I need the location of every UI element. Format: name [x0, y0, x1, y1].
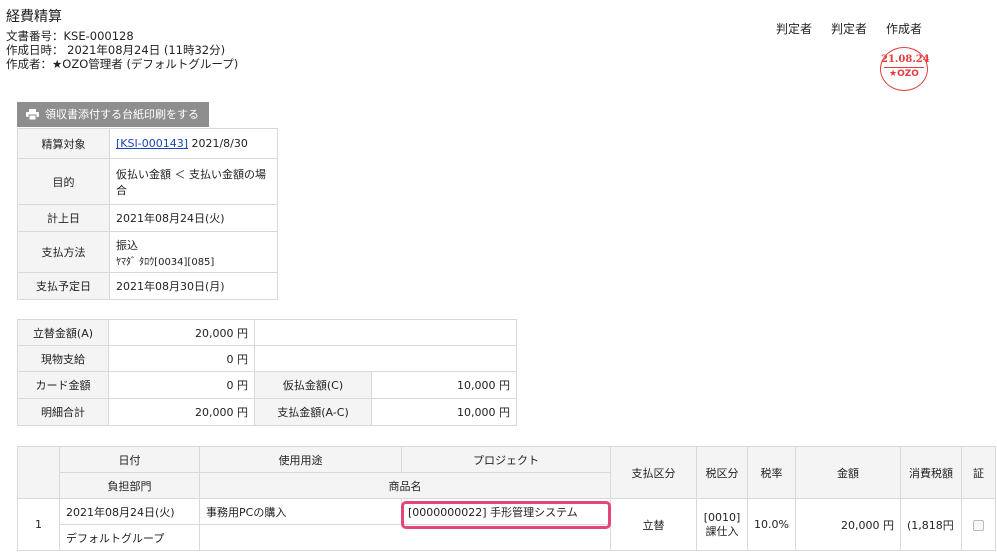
- row-project: [0000000022] 手形管理システム: [401, 498, 611, 525]
- payment-value: 10,000 円: [371, 398, 517, 426]
- header-amount: 金額: [794, 446, 901, 499]
- detail-total-value: 20,000 円: [108, 398, 255, 426]
- target-date: 2021/8/30: [191, 137, 248, 150]
- page-title: 経費精算: [6, 9, 62, 25]
- row-tax-type-name: 課仕入: [705, 524, 739, 538]
- stamp-divider: [884, 67, 924, 68]
- header-project: プロジェクト: [401, 446, 611, 473]
- prepaid-value: 10,000 円: [371, 371, 517, 399]
- method-label: 支払方法: [17, 231, 110, 273]
- prepaid-label: 仮払金額(C): [254, 371, 372, 399]
- header-row-number: [17, 446, 60, 499]
- header-usage: 使用用途: [199, 446, 402, 473]
- header-product: 商品名: [199, 472, 611, 499]
- detail-total-label: 明細合計: [17, 398, 109, 426]
- posting-value: 2021年08月24日(火): [109, 204, 278, 232]
- row-receipt: [960, 498, 997, 551]
- expense-info-table: 精算対象 [KSI-000143] 2021/8/30 目的 仮払い金額 ＜ 支…: [17, 128, 278, 300]
- target-link[interactable]: [KSI-000143]: [116, 137, 188, 150]
- header-tax-type: 税区分: [696, 446, 748, 499]
- print-button-label: 領収書添付する台紙印刷をする: [45, 108, 199, 121]
- expense-detail-table: 日付 使用用途 プロジェクト 支払区分 税区分 税率 金額 消費税額 証 負担部…: [17, 446, 997, 551]
- header-dept: 負担部門: [59, 472, 200, 499]
- row-number: 1: [17, 498, 60, 551]
- card-value: 0 円: [108, 371, 255, 399]
- target-value: [KSI-000143] 2021/8/30: [109, 128, 278, 159]
- approver-judge-2: 判定者: [831, 22, 868, 36]
- creator: 作成者：★OZO管理者 (デフォルトグループ): [6, 57, 239, 71]
- stamp-date: 21.08.24: [881, 54, 930, 65]
- row-date: 2021年08月24日(火): [59, 498, 200, 525]
- header-date: 日付: [59, 446, 200, 473]
- row-amount: 20,000 円: [794, 498, 901, 551]
- method-main: 振込: [116, 238, 138, 252]
- print-receipt-sheet-button[interactable]: 領収書添付する台紙印刷をする: [17, 102, 209, 127]
- header-tax-rate: 税率: [747, 446, 796, 499]
- due-value: 2021年08月30日(月): [109, 272, 278, 300]
- purpose-label: 目的: [17, 158, 110, 205]
- row-dept: デフォルトグループ: [59, 524, 200, 551]
- row-tax-type: [0010] 課仕入: [696, 498, 748, 551]
- cash-label: 現物支給: [17, 345, 109, 372]
- row-usage: 事務用PCの購入: [199, 498, 402, 525]
- row-product: [199, 524, 611, 551]
- advance-value: 20,000 円: [108, 319, 255, 346]
- row-tax-type-code: [0010]: [703, 510, 741, 524]
- doc-number: 文書番号：KSE-000128: [6, 29, 134, 43]
- empty-cell: [254, 319, 517, 346]
- table-row[interactable]: 1 2021年08月24日(火) 事務用PCの購入 [0000000022] 手…: [17, 498, 997, 551]
- payment-label: 支払金額(A-C): [254, 398, 372, 426]
- target-label: 精算対象: [17, 128, 110, 159]
- cash-value: 0 円: [108, 345, 255, 372]
- stamp-name: ★OZO: [889, 69, 919, 79]
- method-value: 振込 ﾔﾏﾀﾞ ﾀﾛｳ[0034][085]: [109, 231, 278, 273]
- created-at: 作成日時： 2021年08月24日 (11時32分): [6, 43, 226, 57]
- purpose-value: 仮払い金額 ＜ 支払い金額の場合: [109, 158, 278, 205]
- row-tax-rate: 10.0%: [747, 498, 796, 551]
- header-tax: 消費税額: [899, 446, 962, 499]
- approver-judge-1: 判定者: [776, 22, 813, 36]
- amount-table: 立替金額(A) 20,000 円 現物支給 0 円 カード金額 0 円 仮払金額…: [17, 319, 517, 426]
- due-label: 支払予定日: [17, 272, 110, 300]
- approval-stamp: 21.08.24 ★OZO: [880, 47, 930, 91]
- printer-icon: [26, 109, 39, 120]
- row-pay-type: 立替: [610, 498, 697, 551]
- header-receipt: 証: [960, 446, 997, 499]
- approver-creator: 作成者: [886, 22, 923, 36]
- card-label: カード金額: [17, 371, 109, 399]
- row-tax: (1,818円: [899, 498, 962, 551]
- advance-label: 立替金額(A): [17, 319, 109, 346]
- method-account: ﾔﾏﾀﾞ ﾀﾛｳ[0034][085]: [116, 256, 215, 268]
- header-pay-type: 支払区分: [610, 446, 697, 499]
- posting-label: 計上日: [17, 204, 110, 232]
- receipt-checkbox[interactable]: [972, 519, 984, 531]
- empty-cell: [254, 345, 517, 372]
